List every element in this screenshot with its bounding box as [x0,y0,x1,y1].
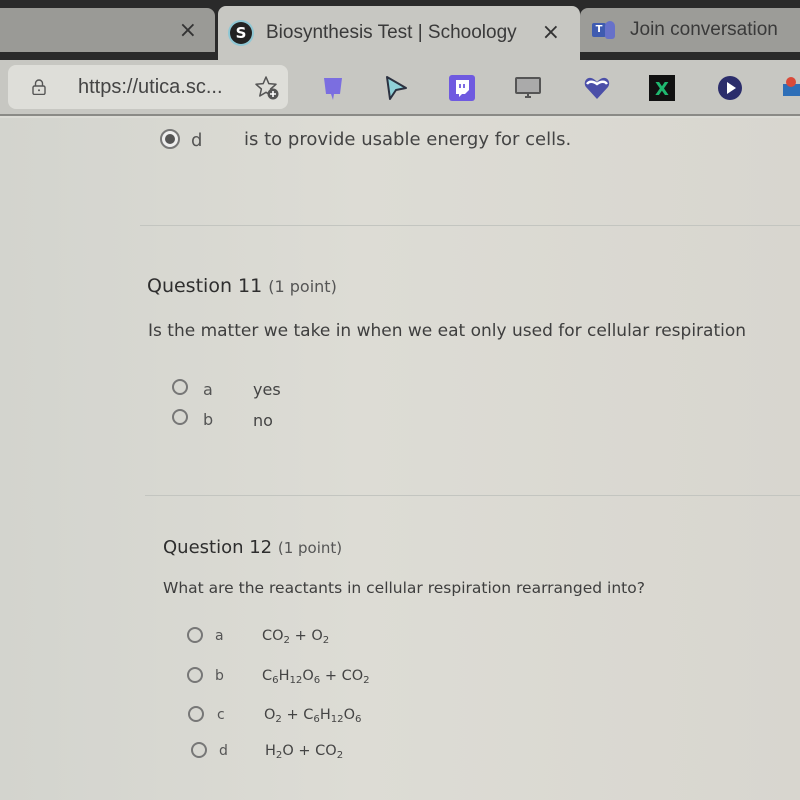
quiz-page: d is to provide usable energy for cells.… [0,118,800,800]
question-divider [145,495,800,496]
purple-bookmark-icon[interactable] [319,74,347,102]
option-text: C6H12O6 + CO2 [262,668,370,686]
option-letter: b [203,410,214,429]
address-bar[interactable]: https://utica.sc... [8,65,288,109]
twitch-icon[interactable] [448,74,476,102]
radio-button[interactable] [191,742,207,758]
question-points: (1 point) [268,277,337,296]
browser-toolbar: https://utica.sc... X [0,60,800,116]
radio-button[interactable] [188,706,204,722]
option-letter: a [215,628,224,644]
radio-button[interactable] [172,379,188,395]
monitor-icon[interactable] [514,74,542,102]
tab-biosynthesis-test[interactable]: S Biosynthesis Test | Schoology × [218,6,580,60]
option-text: is to provide usable energy for cells. [244,129,572,150]
tab-title: Join conversation [630,19,778,40]
radio-button-checked[interactable] [160,129,180,149]
cursor-bookmark-icon[interactable] [382,74,410,102]
option-text: O2 + C6H12O6 [264,707,362,725]
radio-button[interactable] [172,409,188,425]
svg-text:X: X [655,79,669,100]
option-text: yes [253,380,281,399]
question-divider [140,225,800,226]
close-tab-icon[interactable]: × [179,18,197,43]
play-icon[interactable] [716,74,744,102]
x-icon[interactable]: X [648,74,676,102]
question-title: Question 11 (1 point) [147,275,337,297]
teams-icon: T [592,19,616,41]
option-text: H2O + CO2 [265,743,344,761]
heart-icon[interactable] [583,74,611,102]
radio-button[interactable] [187,627,203,643]
question-title: Question 12 (1 point) [163,537,343,558]
tab-previous[interactable]: × [0,8,215,52]
option-letter: b [215,668,224,684]
url-text[interactable]: https://utica.sc... [78,76,223,99]
add-favorite-icon[interactable] [254,75,280,101]
tab-strip: × S Biosynthesis Test | Schoology × T Jo… [0,0,800,60]
option-letter: d [191,130,203,151]
option-letter: d [219,743,228,759]
question-prompt: Is the matter we take in when we eat onl… [148,321,747,341]
option-letter: a [203,380,213,399]
lock-icon [32,79,46,95]
radio-button[interactable] [187,667,203,683]
close-tab-icon[interactable]: × [542,20,560,45]
question-points: (1 point) [277,539,343,557]
option-text: CO2 + O2 [262,628,330,646]
option-text: no [253,411,273,430]
question-prompt: What are the reactants in cellular respi… [163,579,645,597]
option-letter: c [217,707,225,723]
tab-title: Biosynthesis Test | Schoology [266,22,517,43]
tab-join-conversation[interactable]: T Join conversation [580,8,800,52]
schoology-icon: S [230,22,252,44]
partial-bookmark-icon[interactable] [781,74,800,102]
